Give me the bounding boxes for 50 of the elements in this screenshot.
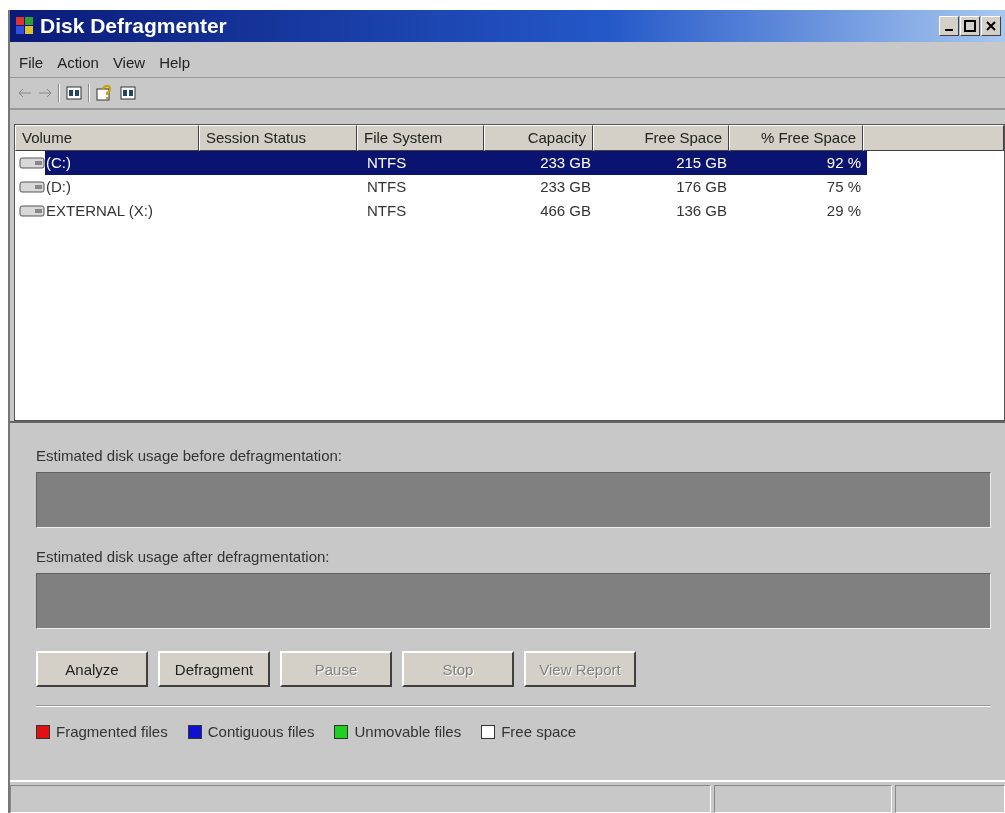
- legend-label: Free space: [501, 723, 577, 740]
- menu-item[interactable]: View: [107, 54, 151, 71]
- table-cell: (C:): [45, 151, 203, 175]
- volume-row[interactable]: EXTERNAL (X:) NTFS 466 GB 136 GB 29 %: [15, 199, 1004, 223]
- table-cell-text: 75 %: [825, 177, 862, 197]
- column-header[interactable]: File System: [357, 125, 484, 151]
- table-cell: 233 GB: [488, 151, 597, 175]
- table-cell-text: 466 GB: [539, 201, 592, 221]
- legend-label: Unmovable files: [354, 723, 462, 740]
- maximize-button[interactable]: [960, 16, 980, 36]
- panel-icon[interactable]: [120, 86, 136, 100]
- column-header[interactable]: Free Space: [593, 125, 729, 151]
- table-cell-text: EXTERNAL (X:): [45, 201, 154, 221]
- menu-item[interactable]: Action: [52, 54, 104, 71]
- action-button[interactable]: Defragment: [158, 651, 270, 687]
- usage-before-label: Estimated disk usage before defragmentation:: [36, 447, 343, 464]
- volume-row[interactable]: (D:) NTFS 233 GB 176 GB 75 %: [15, 175, 1004, 199]
- column-header[interactable]: % Free Space: [729, 125, 863, 151]
- table-cell-text: NTFS: [366, 177, 408, 197]
- action-button[interactable]: Analyze: [36, 651, 148, 687]
- table-cell-text: (D:): [45, 177, 72, 197]
- legend-label: Contiguous files: [207, 723, 315, 740]
- table-cell-text: 136 GB: [675, 201, 728, 221]
- column-header[interactable]: Capacity: [484, 125, 593, 151]
- maximize-icon: [964, 20, 976, 32]
- window-title: Disk Defragmenter: [40, 14, 228, 38]
- table-cell: NTFS: [361, 151, 488, 175]
- panel-icon[interactable]: [66, 86, 82, 100]
- usage-after-label: Estimated disk usage after defragmentation:: [36, 548, 331, 565]
- app-icon: [14, 15, 36, 37]
- close-icon: [985, 20, 997, 32]
- table-cell: 215 GB: [597, 151, 733, 175]
- table-cell-text: 176 GB: [675, 177, 728, 197]
- table-cell: 92 %: [733, 151, 867, 175]
- menu-item[interactable]: File: [14, 54, 49, 71]
- menu-item[interactable]: Help: [154, 54, 195, 71]
- legend-label: Fragmented files: [56, 723, 168, 740]
- volume-row[interactable]: (C:) NTFS 233 GB 215 GB 92 %: [15, 151, 1004, 175]
- help-icon[interactable]: [96, 85, 114, 101]
- drive-icon: [19, 205, 45, 217]
- close-button[interactable]: [981, 16, 1001, 36]
- table-cell-text: 29 %: [825, 201, 862, 221]
- drive-icon: [19, 157, 45, 169]
- minimize-icon: [945, 29, 953, 31]
- table-cell-text: 233 GB: [539, 177, 592, 197]
- table-cell-text: NTFS: [366, 201, 408, 221]
- column-header[interactable]: Session Status: [199, 125, 357, 151]
- minimize-button[interactable]: [939, 16, 959, 36]
- drive-icon: [19, 181, 45, 193]
- column-header[interactable]: Volume: [15, 125, 199, 151]
